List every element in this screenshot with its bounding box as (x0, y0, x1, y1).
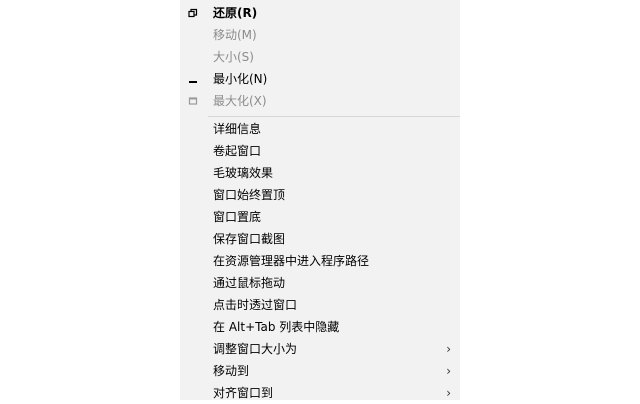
menu-item-move[interactable]: 移动(M) (180, 24, 460, 46)
menu-item-save-screenshot[interactable]: 保存窗口截图 (180, 228, 460, 250)
menu-item-click-through[interactable]: 点击时透过窗口 (180, 294, 460, 316)
chevron-right-icon: › (446, 364, 451, 378)
minimize-icon (189, 81, 197, 83)
menu-item-label: 在资源管理器中进入程序路径 (213, 254, 370, 268)
menu-item-label: 最小化(N) (213, 72, 268, 86)
menu-item-drag-with-mouse[interactable]: 通过鼠标拖动 (180, 272, 460, 294)
menu-item-minimize[interactable]: 最小化(N) (180, 68, 460, 90)
menu-separator (208, 116, 460, 117)
restore-icon (188, 8, 198, 18)
menu-item-open-program-path[interactable]: 在资源管理器中进入程序路径 (180, 250, 460, 272)
chevron-right-icon: › (446, 342, 451, 356)
menu-item-label: 在 Alt+Tab 列表中隐藏 (213, 320, 340, 334)
menu-item-label: 卷起窗口 (213, 144, 262, 158)
menu-item-always-on-top[interactable]: 窗口始终置顶 (180, 184, 460, 206)
menu-item-size[interactable]: 大小(S) (180, 46, 460, 68)
menu-item-label: 窗口置底 (213, 210, 262, 224)
menu-item-frosted-glass[interactable]: 毛玻璃效果 (180, 162, 460, 184)
menu-item-label: 毛玻璃效果 (213, 166, 274, 180)
menu-item-label: 还原(R) (213, 6, 258, 20)
menu-item-label: 详细信息 (213, 122, 262, 136)
window-context-menu: 还原(R) 移动(M) 大小(S) 最小化(N) 最大化(X) 详细信息 卷起窗… (180, 0, 460, 400)
menu-item-details[interactable]: 详细信息 (180, 118, 460, 140)
menu-item-hide-from-alt-tab[interactable]: 在 Alt+Tab 列表中隐藏 (180, 316, 460, 338)
maximize-icon (188, 97, 198, 105)
menu-item-label: 通过鼠标拖动 (213, 276, 286, 290)
menu-item-roll-up-window[interactable]: 卷起窗口 (180, 140, 460, 162)
menu-item-label: 大小(S) (213, 50, 254, 64)
menu-item-restore[interactable]: 还原(R) (180, 2, 460, 24)
menu-item-move-to[interactable]: 移动到 › (180, 360, 460, 382)
menu-item-label: 点击时透过窗口 (213, 298, 298, 312)
menu-item-send-to-bottom[interactable]: 窗口置底 (180, 206, 460, 228)
menu-item-label: 窗口始终置顶 (213, 188, 286, 202)
menu-item-label: 保存窗口截图 (213, 232, 286, 246)
menu-item-label: 对齐窗口到 (213, 386, 274, 400)
menu-item-label: 移动到 (213, 364, 250, 378)
menu-item-maximize[interactable]: 最大化(X) (180, 90, 460, 112)
menu-item-label: 调整窗口大小为 (213, 342, 298, 356)
chevron-right-icon: › (446, 386, 451, 400)
menu-item-align-window-to[interactable]: 对齐窗口到 › (180, 382, 460, 404)
menu-item-label: 最大化(X) (213, 94, 267, 108)
menu-item-label: 移动(M) (213, 28, 257, 42)
menu-item-resize-window-to[interactable]: 调整窗口大小为 › (180, 338, 460, 360)
